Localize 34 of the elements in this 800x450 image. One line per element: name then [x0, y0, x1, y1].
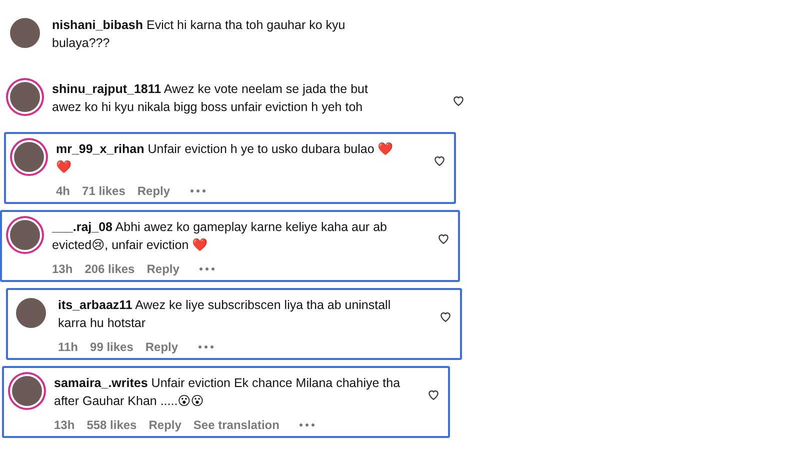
comment-text: shinu_rajput_1811 Awez ke vote neelam se jada the but awez ko hi kyu nikala bigg boss unfair eviction h yeh toh	[52, 81, 369, 116]
comment-meta: 99 likes	[90, 340, 134, 354]
comment-action-link[interactable]: Reply	[145, 340, 178, 354]
avatar[interactable]	[12, 376, 42, 406]
comment-text: ___.raj_08 Abhi awez ko gameplay karne keliye kaha aur ab evicted😢, unfair eviction ❤	[52, 219, 388, 254]
avatar[interactable]	[10, 18, 40, 48]
comment-text: its_arbaaz11 Awez ke liye subscribscen liya tha ab uninstall karra hu hotstar	[58, 297, 392, 332]
comment-action-link[interactable]: See translation	[193, 418, 280, 432]
heart-icon[interactable]	[439, 310, 452, 323]
avatar[interactable]	[10, 220, 40, 250]
comment-text: mr_99_x_rihan Unfair eviction h ye to usko dubara bulao ❤ ❤	[56, 141, 395, 176]
comment-action-link[interactable]: Reply	[137, 184, 170, 198]
comment-text: nishani_bibash Evict hi karna tha toh gauhar ko kyu bulaya???	[52, 17, 346, 52]
avatar[interactable]	[16, 298, 46, 328]
more-options-icon[interactable]	[198, 345, 214, 349]
comment-text: samaira_.writes Unfair eviction Ek chance Milana chahiye tha after Gauhar Khan .....😮😮	[54, 375, 402, 410]
comment-meta: 558 likes	[86, 418, 137, 432]
comment-meta: 206 likes	[84, 262, 135, 276]
comment-meta: 13h	[54, 418, 75, 432]
comment-action-link[interactable]: Reply	[146, 262, 180, 276]
comment-meta: 13h	[52, 262, 73, 276]
more-options-icon[interactable]	[199, 267, 216, 271]
comment-meta: 71 likes	[82, 184, 126, 198]
comment-action-link[interactable]: Reply	[148, 418, 182, 432]
heart-icon[interactable]	[452, 94, 465, 107]
more-options-icon[interactable]	[190, 189, 206, 193]
avatar[interactable]	[10, 82, 40, 112]
more-options-icon[interactable]	[299, 423, 316, 427]
heart-icon[interactable]	[427, 388, 440, 401]
heart-icon[interactable]	[433, 154, 446, 167]
comment-meta: 11h	[58, 340, 78, 354]
comment-meta: 4h	[56, 184, 70, 198]
avatar[interactable]	[14, 142, 44, 172]
heart-icon[interactable]	[437, 232, 450, 245]
